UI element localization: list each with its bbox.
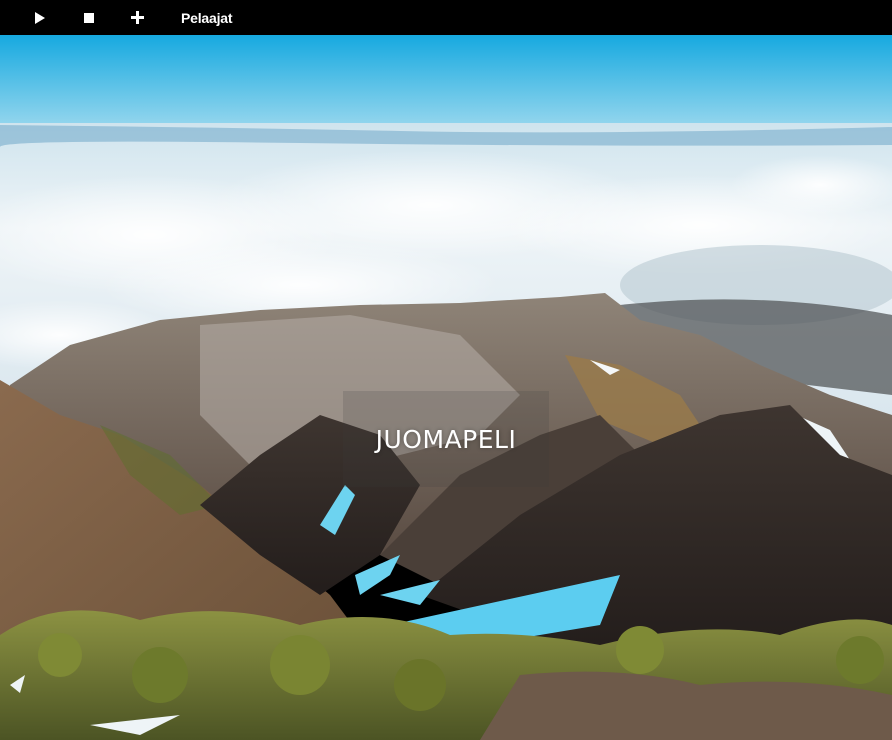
stop-button[interactable] xyxy=(76,0,102,35)
background-image: JUOMAPELI xyxy=(0,35,892,740)
plus-icon xyxy=(130,11,144,24)
page-title: JUOMAPELI xyxy=(375,424,517,454)
play-button[interactable] xyxy=(26,0,52,35)
stop-icon xyxy=(84,12,94,23)
add-button[interactable] xyxy=(124,0,150,35)
title-box: JUOMAPELI xyxy=(343,391,549,487)
players-link[interactable]: Pelaajat xyxy=(174,0,239,35)
play-icon xyxy=(35,11,45,24)
top-toolbar: Pelaajat xyxy=(0,0,892,35)
